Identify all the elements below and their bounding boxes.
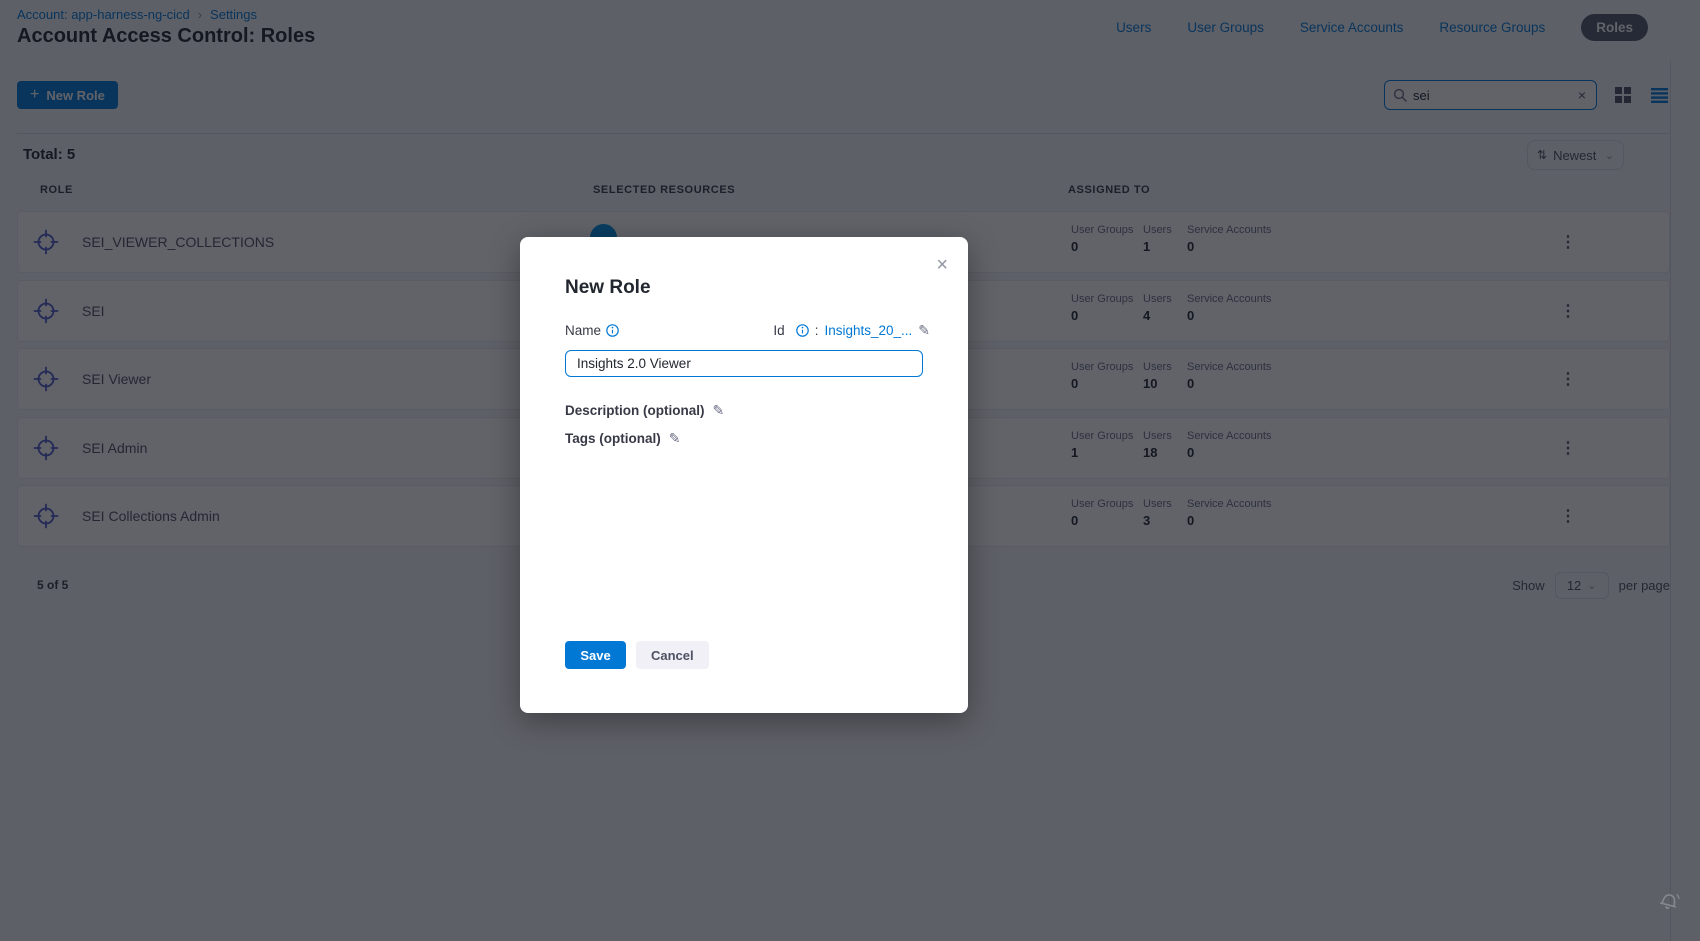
role-name-input[interactable] [565, 350, 923, 377]
modal-close-icon[interactable]: × [936, 255, 948, 275]
tags-row: Tags (optional) ✎ [565, 430, 680, 447]
edit-description-pencil-icon[interactable]: ✎ [713, 402, 725, 419]
cancel-button[interactable]: Cancel [636, 641, 709, 669]
id-colon: : [815, 323, 819, 338]
role-id-group: Id : Insights_20_... ✎ [773, 322, 930, 339]
edit-tags-pencil-icon[interactable]: ✎ [669, 430, 681, 447]
tags-label: Tags (optional) [565, 431, 661, 446]
modal-actions: Save Cancel [565, 641, 709, 669]
modal-title: New Role [565, 277, 651, 299]
new-role-modal: × New Role Name Id : Insights_20_... ✎ [520, 237, 968, 713]
notification-bell-icon[interactable] [1656, 888, 1682, 919]
info-icon [606, 324, 619, 337]
name-id-row: Name Id : Insights_20_... ✎ [565, 322, 930, 339]
role-id-value[interactable]: Insights_20_... [824, 323, 912, 338]
info-icon [796, 324, 809, 337]
save-button[interactable]: Save [565, 641, 626, 669]
description-row: Description (optional) ✎ [565, 402, 724, 419]
edit-id-pencil-icon[interactable]: ✎ [918, 322, 930, 339]
name-label: Name [565, 323, 601, 338]
description-label: Description (optional) [565, 403, 705, 418]
id-label: Id [773, 323, 784, 338]
